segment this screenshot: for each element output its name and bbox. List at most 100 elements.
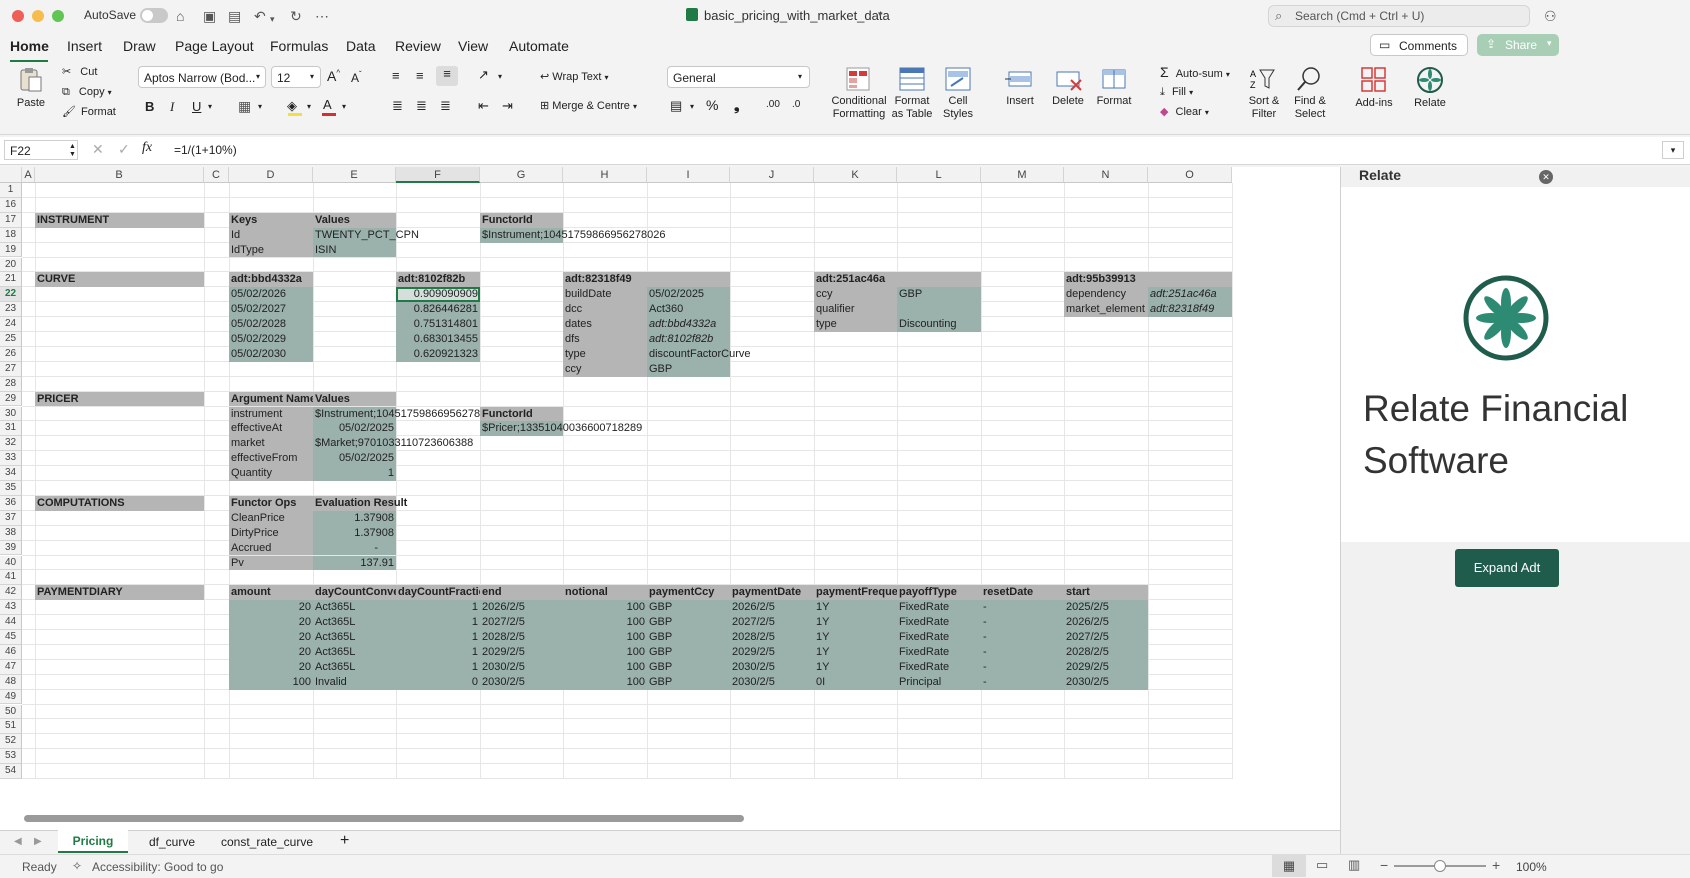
column-header-m[interactable]: M [981,167,1064,183]
clear-button[interactable]: ◆ Clear ▾ [1160,105,1209,120]
tab-view[interactable]: View [458,38,488,54]
row-header-20[interactable]: 20 [0,257,22,273]
row-header-42[interactable]: 42 [0,585,22,601]
row-header-36[interactable]: 36 [0,495,22,511]
row-header-32[interactable]: 32 [0,436,22,452]
percent-icon[interactable]: % [706,97,718,113]
column-header-j[interactable]: J [730,167,814,183]
row-header-40[interactable]: 40 [0,555,22,571]
add-ins-button[interactable]: Add-ins [1352,66,1396,110]
row-header-50[interactable]: 50 [0,704,22,720]
save-icon[interactable]: ▣ [203,8,216,24]
row-header-47[interactable]: 47 [0,659,22,675]
find-select-button[interactable]: Find & Select [1288,66,1332,121]
tab-draw[interactable]: Draw [123,38,156,54]
column-header-a[interactable]: A [22,167,35,183]
column-header-d[interactable]: D [229,167,313,183]
row-header-39[interactable]: 39 [0,540,22,556]
close-pane-icon[interactable]: ✕ [1539,170,1553,184]
row-header-51[interactable]: 51 [0,719,22,735]
redo-icon[interactable]: ↻ [290,8,302,24]
row-header-45[interactable]: 45 [0,630,22,645]
increase-indent-icon[interactable]: ⇥ [502,98,513,114]
column-header-c[interactable]: C [204,167,229,183]
align-left-icon[interactable]: ≣ [392,98,403,114]
row-header-48[interactable]: 48 [0,674,22,690]
document-title[interactable]: basic_pricing_with_market_data [704,8,890,23]
align-middle-icon[interactable]: ≡ [416,68,424,83]
row-header-34[interactable]: 34 [0,466,22,481]
chevron-down-icon[interactable]: ▾ [878,9,883,20]
row-header-25[interactable]: 25 [0,332,22,347]
undo-dropdown-icon[interactable]: ▾ [270,11,275,27]
column-header-o[interactable]: O [1148,167,1232,183]
search-box[interactable]: ⌕ Search (Cmd + Ctrl + U) [1268,5,1530,27]
column-header-n[interactable]: N [1064,167,1148,183]
bold-icon[interactable]: B [145,99,154,114]
row-header-37[interactable]: 37 [0,510,22,526]
format-as-table-button[interactable]: Format as Table [888,66,936,121]
column-header-b[interactable]: B [35,167,204,183]
tab-review[interactable]: Review [395,38,441,54]
row-header-46[interactable]: 46 [0,644,22,660]
horizontal-scrollbar-thumb[interactable] [24,815,744,822]
relate-ribbon-button[interactable]: Relate [1408,66,1452,110]
insert-cells-button[interactable]: Insert [998,66,1042,108]
active-cell-f22[interactable]: 0.909090909 [396,287,480,303]
increase-font-icon[interactable]: A^ [327,68,340,84]
accounting-chevron-icon[interactable]: ▾ [690,102,694,111]
horizontal-scrollbar-track[interactable] [20,812,1340,824]
copy-button[interactable]: ⧉ Copy ▾ [62,85,112,100]
autosave-toggle[interactable] [140,8,168,23]
format-cells-button[interactable]: Format [1092,66,1136,108]
conditional-formatting-button[interactable]: Conditional Formatting [828,66,890,121]
row-header-31[interactable]: 31 [0,421,22,437]
normal-view-icon[interactable]: ▦ [1272,855,1306,877]
sheet-tab-const-rate-curve[interactable]: const_rate_curve [214,831,320,853]
row-header-22[interactable]: 22 [0,287,22,303]
select-all-corner[interactable] [0,167,22,183]
fill-color-icon[interactable]: ◈ [287,98,297,114]
row-header-16[interactable]: 16 [0,197,22,213]
row-header-19[interactable]: 19 [0,242,22,258]
row-header-53[interactable]: 53 [0,749,22,765]
row-header-43[interactable]: 43 [0,600,22,616]
fill-color-chevron-icon[interactable]: ▾ [307,102,311,111]
autosum-button[interactable]: Σ Auto-sum ▾ [1160,65,1230,82]
minimize-window-button[interactable] [32,10,44,22]
decrease-indent-icon[interactable]: ⇤ [478,98,489,114]
undo-icon[interactable]: ↶ [254,8,266,24]
spreadsheet-grid[interactable]: A B C D E F G H I J K L M N O 1 16 17 18 19 20 21 22 23 24 25 26 27… [0,167,1340,830]
format-painter-button[interactable]: 🖌 Format [62,105,116,119]
share-button[interactable]: ⇪ Share ▾ [1477,34,1559,56]
align-right-icon[interactable]: ≣ [440,98,451,114]
account-icon[interactable]: ⚇ [1544,8,1557,24]
cell-styles-button[interactable]: Cell Styles [936,66,980,121]
zoom-slider-handle[interactable] [1434,860,1446,872]
row-header-33[interactable]: 33 [0,451,22,467]
row-header-21[interactable]: 21 [0,272,22,288]
row-header-38[interactable]: 38 [0,525,22,541]
italic-icon[interactable]: I [170,99,174,115]
next-sheet-icon[interactable]: ▶ [34,836,42,847]
sheet-tab-df-curve[interactable]: df_curve [138,831,206,853]
row-header-30[interactable]: 30 [0,406,22,422]
zoom-window-button[interactable] [52,10,64,22]
home-icon[interactable]: ⌂ [176,8,184,24]
column-header-e[interactable]: E [313,167,396,183]
row-header-29[interactable]: 29 [0,391,22,407]
row-header-17[interactable]: 17 [0,212,22,228]
comments-button[interactable]: ▭ Comments [1370,34,1468,56]
number-format-select[interactable]: General ▾ [667,66,810,88]
row-header-28[interactable]: 28 [0,376,22,392]
function-icon[interactable]: fx [142,140,152,156]
fill-button[interactable]: ⤓ Fill ▾ [1160,85,1193,100]
tab-home[interactable]: Home [10,38,49,54]
prev-sheet-icon[interactable]: ◀ [14,836,22,847]
accessibility-icon[interactable]: ✧ [72,859,82,873]
name-box[interactable]: F22 ▲ ▼ [4,140,78,160]
save-as-icon[interactable]: ▤ [228,8,241,24]
accounting-icon[interactable]: ▤ [670,98,682,114]
comma-style-icon[interactable]: ❟ [734,97,740,114]
align-bottom-icon[interactable]: ≡ [436,66,458,86]
